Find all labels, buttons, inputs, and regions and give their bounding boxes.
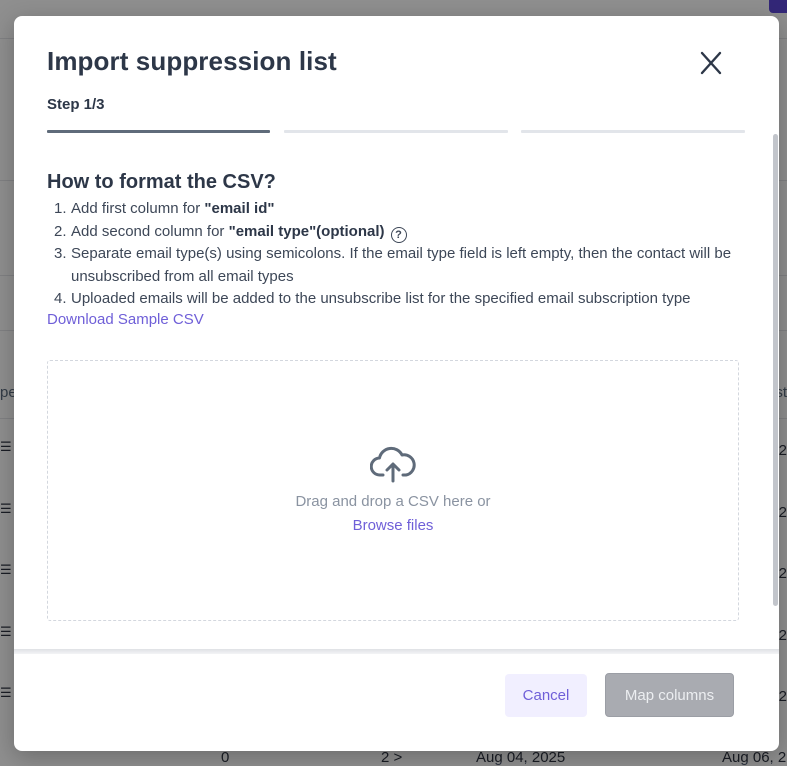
list-number: 3.	[54, 245, 67, 262]
instruction-text: Separate email type(s) using semicolons.…	[71, 245, 732, 285]
import-modal: Import suppression list Step 1/3 How to …	[14, 16, 779, 751]
modal-title: Import suppression list	[47, 46, 337, 76]
cancel-button[interactable]: Cancel	[505, 674, 587, 717]
list-number: 2.	[54, 222, 67, 240]
list-item: 3. Separate email type(s) using semicolo…	[54, 243, 744, 288]
dropzone-text: Drag and drop a CSV here or	[295, 493, 491, 510]
map-columns-button[interactable]: Map columns	[605, 673, 734, 717]
footer-divider	[14, 649, 779, 654]
help-icon[interactable]: ?	[390, 226, 407, 243]
download-sample-csv-link[interactable]: Download Sample CSV	[47, 311, 204, 328]
section-title: How to format the CSV?	[47, 171, 276, 193]
instruction-text: Add second column for	[71, 222, 229, 240]
list-number: 4.	[54, 290, 67, 307]
list-item: 2. Add second column for "email type"(op…	[54, 221, 744, 244]
cloud-upload-icon	[370, 446, 416, 483]
close-button[interactable]	[696, 48, 726, 78]
list-number: 1.	[54, 200, 67, 217]
instruction-text: Add first column for	[71, 200, 205, 217]
step-indicator: Step 1/3	[47, 96, 105, 113]
step-progress-2	[284, 130, 508, 133]
list-item: 1. Add first column for "email id"	[54, 198, 744, 221]
step-progress-3	[521, 130, 745, 133]
step-progress-1	[47, 130, 270, 133]
instruction-emphasis: "email id"	[204, 200, 275, 217]
scrollbar[interactable]	[773, 134, 778, 606]
instruction-emphasis: "email type"(optional)	[228, 222, 385, 240]
list-item: 4. Uploaded emails will be added to the …	[54, 288, 744, 311]
instructions-list: 1. Add first column for "email id" 2. Ad…	[54, 198, 744, 311]
instruction-text: Uploaded emails will be added to the uns…	[71, 290, 691, 307]
file-dropzone[interactable]: Drag and drop a CSV here or Browse files	[47, 360, 739, 621]
browse-files-link[interactable]: Browse files	[48, 517, 738, 534]
close-icon	[700, 51, 722, 75]
